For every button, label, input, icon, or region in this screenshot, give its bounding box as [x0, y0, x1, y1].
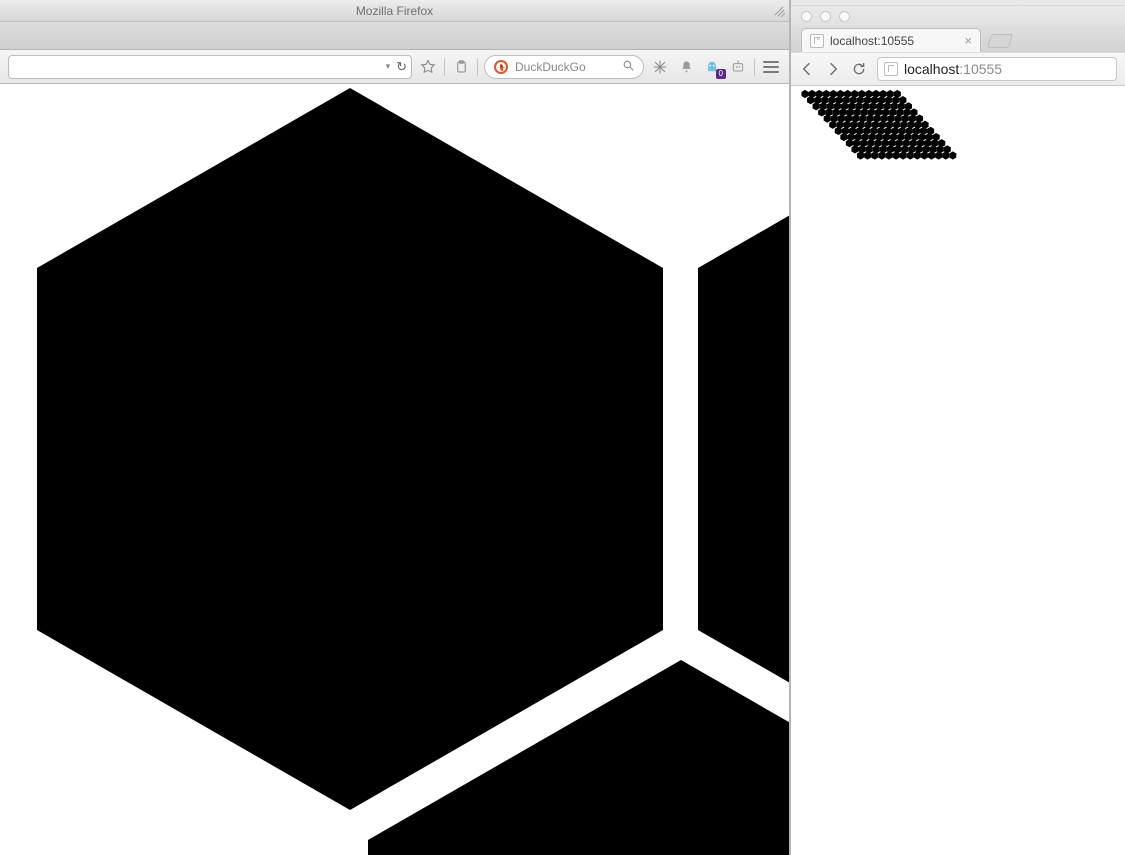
firefox-window: Mozilla Firefox ▾ ↻ [0, 0, 790, 855]
back-icon[interactable] [799, 61, 815, 77]
omnibox-host: localhost [904, 61, 959, 77]
firefox-title: Mozilla Firefox [356, 4, 433, 18]
traffic-zoom-icon[interactable] [839, 11, 850, 22]
chrome-tab-active[interactable]: localhost:10555 × [801, 28, 981, 52]
omnibox-port: 10555 [963, 61, 1002, 77]
chrome-traffic-lights [791, 6, 1125, 26]
clipboard-icon[interactable] [451, 57, 471, 77]
ghost-icon[interactable]: 0 [702, 57, 722, 77]
close-icon[interactable]: × [964, 34, 972, 47]
chrome-window: localhost:10555 × localhost:10555 [790, 0, 1125, 855]
chrome-tabstrip: localhost:10555 × [791, 26, 1125, 52]
reload-icon[interactable]: ↻ [396, 59, 407, 75]
robot-icon[interactable] [728, 57, 748, 77]
chrome-omnibox[interactable]: localhost:10555 [877, 57, 1117, 81]
search-icon[interactable] [622, 59, 635, 75]
new-tab-button[interactable] [987, 34, 1014, 48]
traffic-close-icon[interactable] [801, 11, 812, 22]
menu-icon[interactable] [761, 57, 781, 77]
file-icon [810, 34, 824, 48]
chrome-tab-title: localhost:10555 [830, 34, 958, 48]
firefox-toolbar: ▾ ↻ DuckDuckGo [0, 50, 789, 84]
hexagon-canvas-full [791, 86, 1125, 855]
file-icon [884, 62, 898, 76]
firefox-urlbar[interactable]: ▾ ↻ [8, 55, 412, 79]
chrome-toolbar: localhost:10555 [791, 52, 1125, 86]
bell-icon[interactable] [676, 57, 696, 77]
notification-badge: 0 [716, 69, 726, 79]
bookmark-star-icon[interactable] [418, 57, 438, 77]
urlbar-dropdown-icon[interactable]: ▾ [386, 61, 391, 72]
toolbar-separator [754, 58, 755, 76]
firefox-viewport[interactable] [0, 84, 789, 855]
reload-icon[interactable] [851, 61, 867, 77]
hexagon-canvas-zoomed [0, 84, 789, 855]
toolbar-separator [444, 58, 445, 76]
resize-handle-icon[interactable] [772, 3, 786, 17]
traffic-minimize-icon[interactable] [820, 11, 831, 22]
forward-icon[interactable] [825, 61, 841, 77]
firefox-searchbox[interactable]: DuckDuckGo [484, 55, 644, 79]
toolbar-separator [477, 58, 478, 76]
firefox-tabstrip[interactable] [0, 22, 789, 50]
snowflake-icon[interactable] [650, 57, 670, 77]
search-placeholder: DuckDuckGo [515, 60, 616, 74]
firefox-titlebar[interactable]: Mozilla Firefox [0, 0, 789, 22]
chrome-viewport[interactable] [791, 86, 1125, 855]
duckduckgo-icon [493, 59, 509, 75]
